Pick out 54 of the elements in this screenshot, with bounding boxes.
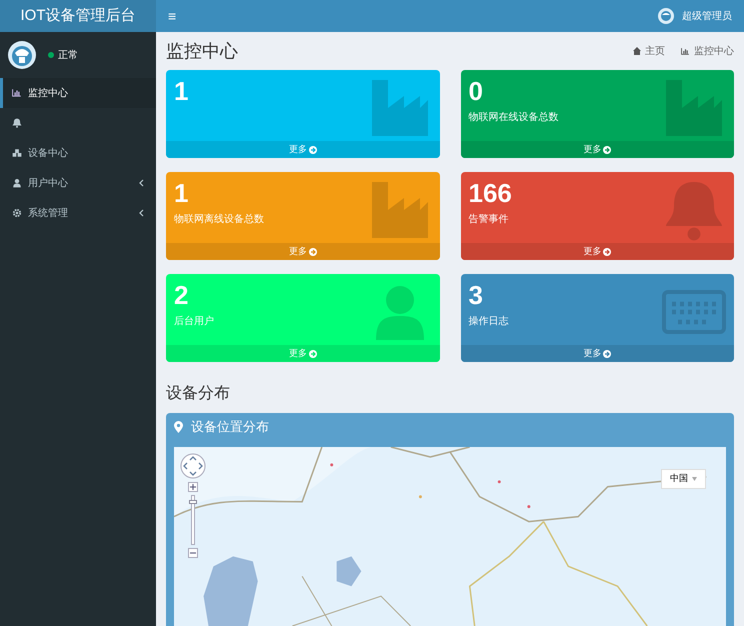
gear-icon bbox=[12, 208, 22, 218]
more-link[interactable]: 更多 bbox=[166, 243, 440, 260]
arrow-circle-icon bbox=[308, 248, 317, 256]
stat-value: 2 bbox=[174, 279, 190, 312]
more-link[interactable]: 更多 bbox=[460, 243, 734, 260]
zoom-slider-thumb[interactable] bbox=[189, 500, 197, 504]
breadcrumb-link[interactable]: 主页 bbox=[645, 44, 665, 58]
stat-value: 1 bbox=[174, 75, 188, 108]
stat-label: 后台用户 bbox=[174, 314, 214, 329]
avatar-icon bbox=[8, 41, 36, 69]
bar-chart-icon bbox=[681, 46, 690, 56]
arrow-circle-icon bbox=[603, 146, 612, 154]
avatar-icon bbox=[658, 8, 674, 24]
stat-value: 0 bbox=[468, 75, 484, 108]
minus-icon bbox=[190, 550, 196, 556]
arrow-circle-icon bbox=[308, 146, 317, 154]
stat-value: 3 bbox=[468, 279, 484, 312]
pan-control-icon[interactable] bbox=[180, 453, 206, 479]
stat-label: 物联网在线设备总数 bbox=[468, 110, 558, 125]
bar-chart-icon bbox=[12, 88, 22, 98]
app-logo[interactable]: IOT设备管理后台 bbox=[0, 0, 156, 32]
stat-value: 1 bbox=[174, 177, 190, 210]
nav-item[interactable]: 系统管理 bbox=[0, 198, 156, 228]
plus-icon bbox=[190, 484, 196, 490]
menu-button[interactable]: ≡ bbox=[168, 6, 176, 26]
user-icon bbox=[12, 178, 22, 188]
nav-item[interactable]: 监控中心 bbox=[0, 78, 156, 108]
arrow-circle-icon bbox=[603, 248, 612, 256]
region-dropdown[interactable]: 中国 bbox=[661, 469, 706, 488]
chevron-icon bbox=[139, 179, 144, 187]
page-title: 监控中心 bbox=[166, 40, 238, 62]
bell-icon bbox=[12, 118, 22, 128]
section-title: 设备分布 bbox=[166, 384, 231, 404]
stat-label: 物联网离线设备总数 bbox=[174, 212, 264, 227]
more-link[interactable]: 更多 bbox=[460, 141, 734, 158]
chevron-icon bbox=[139, 209, 144, 217]
panel-title: 设备位置分布 bbox=[191, 418, 269, 436]
zoom-in-button[interactable] bbox=[188, 482, 198, 492]
more-link[interactable]: 更多 bbox=[460, 345, 734, 362]
arrow-circle-icon bbox=[308, 350, 317, 358]
zoom-out-button[interactable] bbox=[188, 548, 198, 558]
nav-item[interactable]: 用户中心 bbox=[0, 168, 156, 198]
cubes-icon bbox=[12, 148, 22, 158]
location-pin-icon bbox=[174, 421, 183, 433]
caret-icon bbox=[692, 476, 697, 481]
stat-value: 166 bbox=[468, 177, 512, 210]
nav-item[interactable]: 设备中心 bbox=[0, 138, 156, 168]
user-status: 正常 bbox=[58, 48, 78, 62]
home-icon bbox=[633, 47, 641, 55]
stat-label: 告警事件 bbox=[468, 212, 510, 227]
more-link[interactable]: 更多 bbox=[166, 141, 440, 158]
arrow-circle-icon bbox=[603, 350, 612, 358]
stat-label: 操作日志 bbox=[468, 314, 508, 329]
user-name[interactable]: 超级管理员 bbox=[682, 8, 732, 24]
